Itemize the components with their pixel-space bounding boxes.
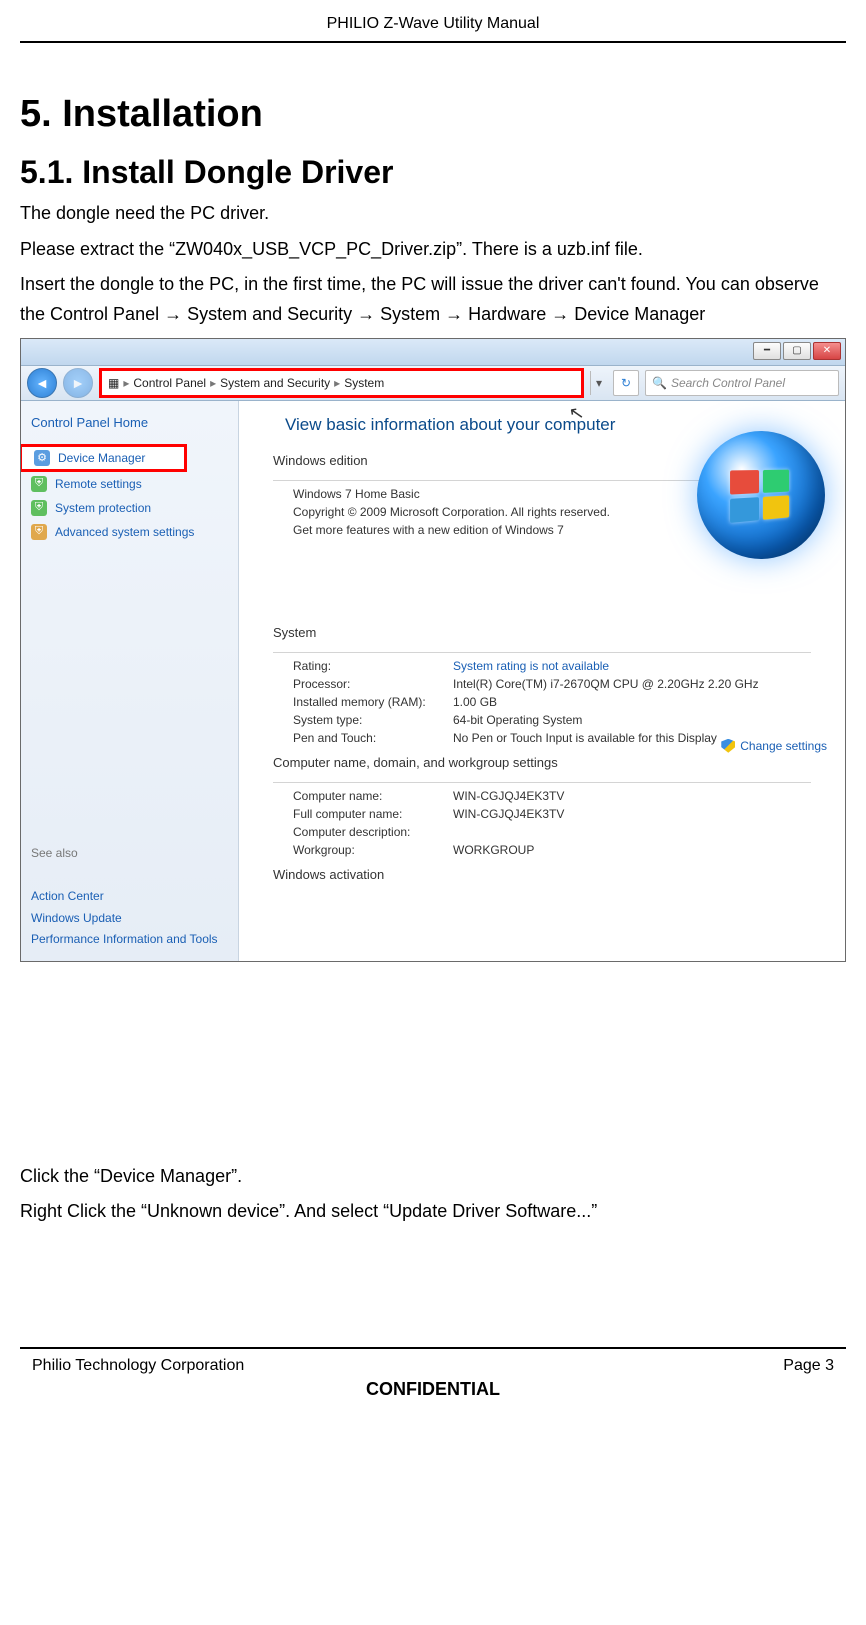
rating-label: Rating: bbox=[293, 659, 453, 673]
see-also-windows-update[interactable]: Windows Update bbox=[31, 908, 221, 930]
processor-value: Intel(R) Core(TM) i7-2670QM CPU @ 2.20GH… bbox=[453, 677, 759, 691]
change-settings-label: Change settings bbox=[740, 739, 827, 753]
breadcrumb-item[interactable]: System bbox=[344, 376, 384, 390]
left-pane: Control Panel Home ⚙ Device Manager ⛨ Re… bbox=[21, 401, 239, 961]
chevron-right-icon: ▸ bbox=[123, 376, 129, 390]
heading-2: 5.1. Install Dongle Driver bbox=[20, 154, 846, 191]
chevron-right-icon: ▸ bbox=[210, 376, 216, 390]
address-bar: ◄ ► ▦ ▸ Control Panel ▸ System and Secur… bbox=[21, 366, 845, 401]
sidebar-item-system-protection[interactable]: ⛨ System protection bbox=[31, 496, 228, 520]
search-placeholder: Search Control Panel bbox=[671, 376, 785, 390]
pen-touch-label: Pen and Touch: bbox=[293, 731, 453, 745]
nav-forward-button[interactable]: ► bbox=[63, 368, 93, 398]
advanced-settings-icon: ⛨ bbox=[31, 524, 47, 540]
sidebar-item-advanced-settings[interactable]: ⛨ Advanced system settings bbox=[31, 520, 228, 544]
system-protection-icon: ⛨ bbox=[31, 500, 47, 516]
right-pane: ↖ View basic information about your comp… bbox=[239, 401, 845, 961]
sidebar-item-device-manager[interactable]: ⚙ Device Manager bbox=[21, 444, 187, 472]
see-also-performance-info[interactable]: Performance Information and Tools bbox=[31, 929, 221, 951]
sidebar-item-label: Remote settings bbox=[55, 477, 142, 491]
doc-header: PHILIO Z-Wave Utility Manual bbox=[20, 10, 846, 43]
sidebar-item-remote-settings[interactable]: ⛨ Remote settings bbox=[31, 472, 228, 496]
device-manager-icon: ⚙ bbox=[34, 450, 50, 466]
see-also-action-center[interactable]: Action Center bbox=[31, 886, 221, 908]
processor-label: Processor: bbox=[293, 677, 453, 691]
footer-confidential: CONFIDENTIAL bbox=[20, 1379, 846, 1400]
control-panel-window: ━ ▢ ✕ ◄ ► ▦ ▸ Control Panel ▸ System and… bbox=[20, 338, 846, 962]
pen-touch-value: No Pen or Touch Input is available for t… bbox=[453, 731, 717, 745]
search-input[interactable]: 🔍 Search Control Panel bbox=[645, 370, 839, 396]
breadcrumb-dropdown[interactable]: ▾ bbox=[590, 371, 607, 395]
refresh-button[interactable]: ↻ bbox=[613, 370, 639, 396]
breadcrumb-icon: ▦ bbox=[108, 376, 119, 390]
breadcrumb[interactable]: ▦ ▸ Control Panel ▸ System and Security … bbox=[99, 368, 584, 398]
paragraph-2: Please extract the “ZW040x_USB_VCP_PC_Dr… bbox=[20, 235, 846, 265]
minimize-button[interactable]: ━ bbox=[753, 342, 781, 360]
windows-activation-heading: Windows activation bbox=[255, 859, 829, 882]
paragraph-5: Right Click the “Unknown device”. And se… bbox=[20, 1197, 846, 1227]
shield-icon bbox=[721, 739, 735, 753]
paragraph-1: The dongle need the PC driver. bbox=[20, 199, 846, 229]
see-also-heading: See also bbox=[31, 846, 78, 860]
computer-name-label: Computer name: bbox=[293, 789, 453, 803]
full-computer-name-value: WIN-CGJQJ4EK3TV bbox=[453, 807, 564, 821]
footer-company: Philio Technology Corporation bbox=[32, 1357, 244, 1375]
full-computer-name-label: Full computer name: bbox=[293, 807, 453, 821]
search-icon: 🔍 bbox=[652, 376, 667, 390]
control-panel-home-link[interactable]: Control Panel Home bbox=[31, 415, 228, 430]
system-heading: System bbox=[255, 617, 829, 640]
computer-description-label: Computer description: bbox=[293, 825, 453, 839]
sidebar-item-label: Device Manager bbox=[58, 451, 145, 465]
breadcrumb-item[interactable]: System and Security bbox=[220, 376, 330, 390]
heading-1: 5. Installation bbox=[20, 93, 846, 136]
chevron-right-icon: ▸ bbox=[334, 376, 340, 390]
ram-label: Installed memory (RAM): bbox=[293, 695, 453, 709]
paragraph-3: Insert the dongle to the PC, in the firs… bbox=[20, 270, 846, 329]
ram-value: 1.00 GB bbox=[453, 695, 497, 709]
nav-back-button[interactable]: ◄ bbox=[27, 368, 57, 398]
remote-settings-icon: ⛨ bbox=[31, 476, 47, 492]
change-settings-link[interactable]: Change settings bbox=[721, 739, 827, 753]
window-titlebar[interactable]: ━ ▢ ✕ bbox=[21, 339, 845, 366]
workgroup-label: Workgroup: bbox=[293, 843, 453, 857]
computer-name-value: WIN-CGJQJ4EK3TV bbox=[453, 789, 564, 803]
windows-logo-icon bbox=[697, 431, 825, 559]
cursor-icon: ↖ bbox=[567, 402, 586, 425]
maximize-button[interactable]: ▢ bbox=[783, 342, 811, 360]
workgroup-value: WORKGROUP bbox=[453, 843, 534, 857]
rating-value[interactable]: System rating is not available bbox=[453, 659, 609, 673]
sidebar-item-label: System protection bbox=[55, 501, 151, 515]
paragraph-4: Click the “Device Manager”. bbox=[20, 1162, 846, 1192]
system-type-value: 64-bit Operating System bbox=[453, 713, 582, 727]
sidebar-item-label: Advanced system settings bbox=[55, 525, 194, 539]
footer-page-number: Page 3 bbox=[783, 1357, 834, 1375]
breadcrumb-item[interactable]: Control Panel bbox=[133, 376, 206, 390]
close-button[interactable]: ✕ bbox=[813, 342, 841, 360]
system-type-label: System type: bbox=[293, 713, 453, 727]
